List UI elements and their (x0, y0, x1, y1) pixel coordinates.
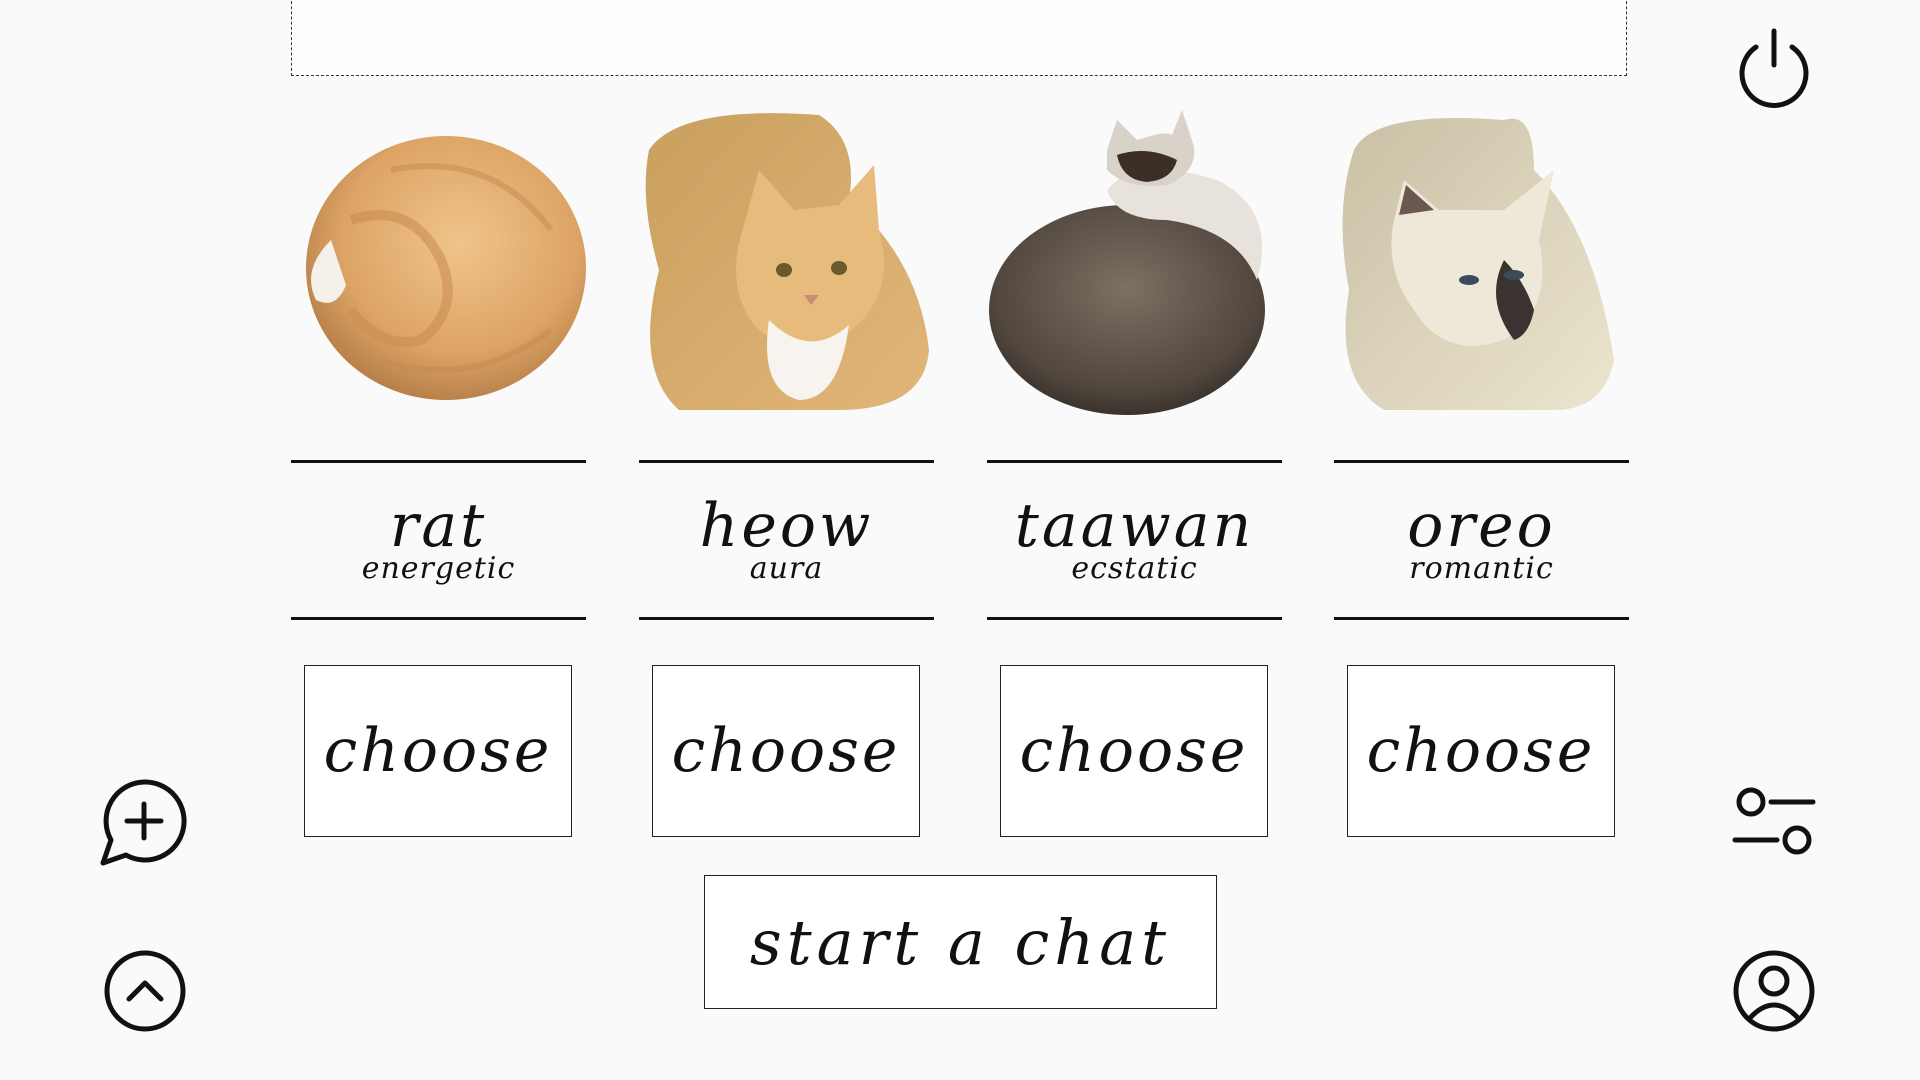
cat-name: heow (699, 491, 874, 561)
cat-trait: energetic (361, 551, 516, 586)
cat-card-taawan: taawan ecstatic (987, 110, 1282, 620)
cat-image-oreo (1342, 118, 1614, 410)
user-circle-icon (1733, 950, 1815, 1032)
start-chat-button[interactable]: start a chat (704, 875, 1217, 1009)
scroll-up-button[interactable] (100, 946, 190, 1036)
name-band: heow aura (639, 460, 934, 620)
cat-name: rat (389, 491, 488, 561)
chevron-up-circle-icon (104, 950, 186, 1032)
profile-button[interactable] (1729, 946, 1819, 1036)
power-icon (1739, 28, 1809, 108)
cat-image-taawan (989, 110, 1265, 415)
choose-button-rat[interactable]: choose (304, 665, 572, 837)
choose-button-heow[interactable]: choose (652, 665, 920, 837)
cat-trait: aura (749, 551, 824, 586)
cat-card-oreo: oreo romantic (1334, 110, 1629, 620)
choose-button-taawan[interactable]: choose (1000, 665, 1268, 837)
name-band: rat energetic (291, 460, 586, 620)
new-chat-button[interactable] (98, 776, 188, 866)
cat-name: taawan (1014, 491, 1255, 561)
cat-card-rat: rat energetic (291, 110, 586, 620)
power-button[interactable] (1729, 23, 1819, 113)
name-band: taawan ecstatic (987, 460, 1282, 620)
sliders-icon (1732, 787, 1816, 855)
name-band: oreo romantic (1334, 460, 1629, 620)
settings-button[interactable] (1729, 776, 1819, 866)
choose-button-oreo[interactable]: choose (1347, 665, 1615, 837)
cat-trait: ecstatic (1071, 551, 1198, 586)
cat-trait: romantic (1409, 551, 1554, 586)
chat-plus-icon (100, 779, 187, 866)
cat-name: oreo (1407, 491, 1556, 561)
cat-card-heow: heow aura (639, 110, 934, 620)
cat-image-heow (645, 113, 929, 410)
top-text-area[interactable] (291, 0, 1627, 76)
cat-image-rat (306, 136, 586, 400)
